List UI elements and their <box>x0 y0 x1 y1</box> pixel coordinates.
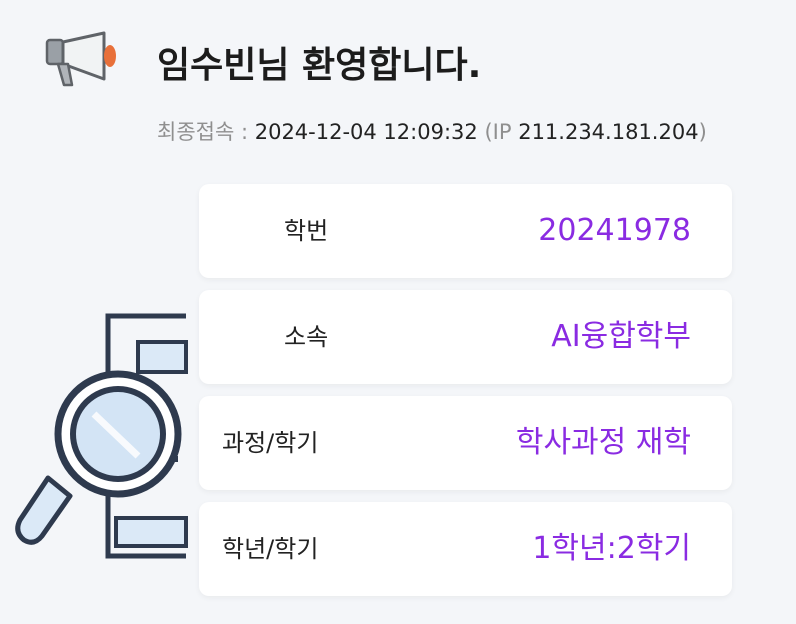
department-label: 소속 <box>284 323 329 351</box>
magnifier-document-illustration <box>15 313 188 559</box>
student-id-label: 학번 <box>284 217 329 245</box>
info-row-program-status: 과정/학기 학사과정 재학 <box>199 396 732 490</box>
student-id-value: 20241978 <box>538 213 691 248</box>
last-login-time: 2024-12-04 12:09:32 <box>254 120 478 144</box>
ip-address: 211.234.181.204 <box>518 120 699 144</box>
year-semester-label: 학년/학기 <box>222 535 319 563</box>
program-status-value: 학사과정 재학 <box>515 425 691 460</box>
info-row-student-id: 학번 20241978 <box>199 184 732 278</box>
year-semester-value: 1학년:2학기 <box>532 531 691 566</box>
ip-open: (IP <box>484 120 512 144</box>
program-status-label: 과정/학기 <box>222 429 319 457</box>
info-row-year-semester: 학년/학기 1학년:2학기 <box>199 502 732 596</box>
welcome-message: 임수빈님 환영합니다. <box>157 45 482 86</box>
megaphone-icon <box>45 31 116 87</box>
last-login-label: 최종접속 : <box>157 120 249 144</box>
last-login-info: 최종접속 : 2024-12-04 12:09:32 (IP 211.234.1… <box>157 116 707 146</box>
ip-close: ) <box>698 120 707 144</box>
info-row-department: 소속 AI융합학부 <box>199 290 732 384</box>
department-value: AI융합학부 <box>551 319 691 354</box>
